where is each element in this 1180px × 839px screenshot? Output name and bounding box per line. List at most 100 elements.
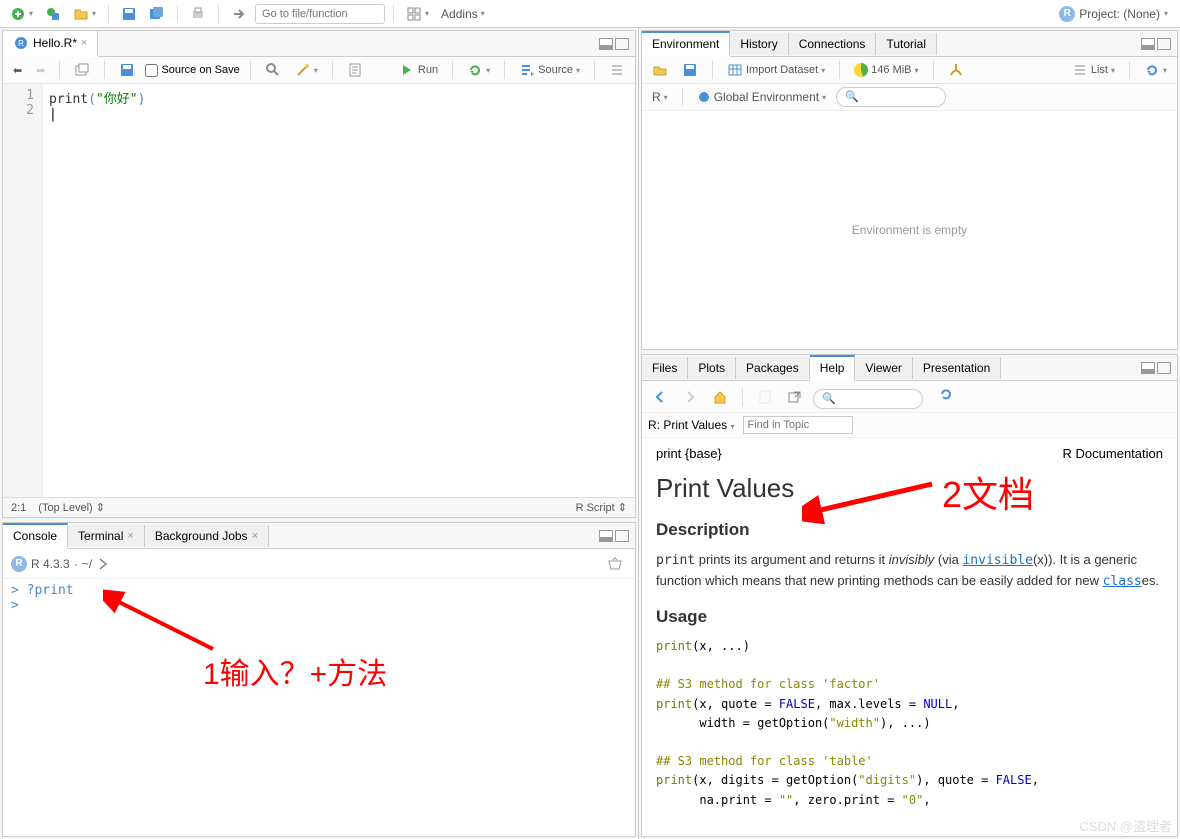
code-area[interactable]: print("你好") | bbox=[43, 84, 635, 497]
tab-plots[interactable]: Plots bbox=[688, 357, 736, 379]
help-content[interactable]: print {base} R Documentation Print Value… bbox=[642, 438, 1177, 836]
project-selector[interactable]: R Project: (None) ▾ bbox=[1059, 6, 1174, 22]
r-file-icon: R bbox=[13, 35, 29, 51]
refresh-env-button[interactable]: ▾ bbox=[1140, 60, 1171, 80]
environment-pane: Environment History Connections Tutorial… bbox=[641, 30, 1178, 350]
list-view-button[interactable]: List ▾ bbox=[1068, 60, 1119, 80]
help-search-input[interactable] bbox=[813, 389, 923, 409]
project-label: Project: (None) bbox=[1079, 7, 1160, 21]
show-in-new-window[interactable] bbox=[70, 60, 94, 80]
help-popup-button[interactable] bbox=[783, 387, 807, 407]
close-icon[interactable]: × bbox=[81, 37, 87, 49]
env-empty-message: Environment is empty bbox=[642, 111, 1177, 349]
goto-icon[interactable] bbox=[227, 4, 251, 24]
new-project-button[interactable] bbox=[41, 4, 65, 24]
maximize-button[interactable] bbox=[1157, 362, 1171, 374]
r-scope-selector[interactable]: R ▾ bbox=[648, 88, 672, 106]
cursor-position: 2:1 bbox=[11, 502, 26, 514]
run-button[interactable]: Run bbox=[395, 60, 442, 80]
tab-terminal[interactable]: Terminal× bbox=[68, 525, 145, 547]
compile-button[interactable] bbox=[343, 60, 367, 80]
addins-label: Addins bbox=[441, 7, 478, 21]
help-forward-button[interactable] bbox=[678, 387, 702, 407]
new-file-button[interactable]: ▾ bbox=[6, 4, 37, 24]
minimize-button[interactable] bbox=[599, 38, 613, 50]
console-pane: Console Terminal× Background Jobs× R R 4… bbox=[2, 522, 636, 837]
back-button[interactable]: ⬅ bbox=[9, 62, 26, 79]
tab-hello-r[interactable]: R Hello.R* × bbox=[3, 31, 98, 57]
env-search-input[interactable] bbox=[836, 87, 946, 107]
wand-button[interactable]: ▾ bbox=[291, 60, 322, 80]
save-button[interactable] bbox=[117, 4, 141, 24]
close-icon[interactable]: × bbox=[252, 530, 258, 542]
open-file-button[interactable]: ▾ bbox=[69, 4, 100, 24]
console-command: ?print bbox=[27, 583, 74, 598]
find-button[interactable] bbox=[261, 60, 285, 80]
load-workspace-button[interactable] bbox=[648, 60, 672, 80]
console-tabs: Console Terminal× Background Jobs× bbox=[3, 523, 635, 549]
refresh-help-button[interactable] bbox=[934, 384, 958, 404]
help-doc-label: R Documentation bbox=[1063, 446, 1163, 461]
tab-tutorial[interactable]: Tutorial bbox=[876, 33, 937, 55]
minimize-button[interactable] bbox=[1141, 362, 1155, 374]
env-toolbar: Import Dataset ▾ 146 MiB ▾ List ▾ ▾ bbox=[642, 57, 1177, 84]
global-env-selector[interactable]: Global Environment ▾ bbox=[693, 88, 830, 106]
watermark: CSDN @盗理者 bbox=[1079, 816, 1172, 835]
tab-console[interactable]: Console bbox=[3, 523, 68, 549]
console-path-bar: R R 4.3.3 · ~/ bbox=[3, 549, 635, 579]
source-on-save-checkbox[interactable]: Source on Save bbox=[145, 64, 239, 77]
maximize-button[interactable] bbox=[615, 530, 629, 542]
tab-help[interactable]: Help bbox=[810, 355, 856, 381]
goto-dir-icon[interactable] bbox=[96, 556, 112, 572]
find-in-topic-input[interactable] bbox=[743, 416, 853, 434]
maximize-button[interactable] bbox=[1157, 38, 1171, 50]
tab-environment[interactable]: Environment bbox=[642, 31, 730, 57]
memory-usage[interactable]: 146 MiB ▾ bbox=[850, 61, 922, 79]
goto-input[interactable] bbox=[255, 4, 385, 24]
link-invisible[interactable]: invisible bbox=[962, 552, 1032, 567]
console-body[interactable]: > ?print > 1输入？+方法 bbox=[3, 579, 635, 836]
r-version: R 4.3.3 bbox=[31, 557, 70, 571]
save-source-button[interactable] bbox=[115, 60, 139, 80]
editor-status-bar: 2:1 (Top Level) ⇕ R Script ⇕ bbox=[3, 497, 635, 517]
help-print-button[interactable] bbox=[753, 387, 777, 407]
print-button[interactable] bbox=[186, 4, 210, 24]
tab-presentation[interactable]: Presentation bbox=[913, 357, 1001, 379]
save-all-button[interactable] bbox=[145, 4, 169, 24]
main-toolbar: ▾ ▾ ▾ Addins ▾ R Project: (None) ▾ bbox=[0, 0, 1180, 28]
help-home-button[interactable] bbox=[708, 387, 732, 407]
import-dataset-button[interactable]: Import Dataset ▾ bbox=[723, 60, 829, 80]
clear-console-button[interactable] bbox=[603, 553, 627, 573]
tab-background-jobs[interactable]: Background Jobs× bbox=[145, 525, 269, 547]
help-back-button[interactable] bbox=[648, 387, 672, 407]
source-toolbar: ⬅ ➡ Source on Save ▾ Run ▾ Source ▾ bbox=[3, 57, 635, 84]
tab-packages[interactable]: Packages bbox=[736, 357, 810, 379]
env-scope-bar: R ▾ Global Environment ▾ bbox=[642, 84, 1177, 111]
tab-files[interactable]: Files bbox=[642, 357, 688, 379]
tab-viewer[interactable]: Viewer bbox=[855, 357, 912, 379]
tab-connections[interactable]: Connections bbox=[789, 33, 877, 55]
tab-history[interactable]: History bbox=[730, 33, 788, 55]
minimize-button[interactable] bbox=[599, 530, 613, 542]
tab-label: Hello.R* bbox=[33, 36, 77, 50]
source-button[interactable]: Source ▾ bbox=[515, 60, 584, 80]
forward-button[interactable]: ➡ bbox=[32, 62, 49, 79]
addins-button[interactable]: Addins ▾ bbox=[437, 5, 489, 23]
grid-button[interactable]: ▾ bbox=[402, 4, 433, 24]
help-nav-bar bbox=[642, 381, 1177, 413]
save-workspace-button[interactable] bbox=[678, 60, 702, 80]
editor-body[interactable]: 1 2 print("你好") | bbox=[3, 84, 635, 497]
link-class[interactable]: class bbox=[1103, 573, 1142, 588]
close-icon[interactable]: × bbox=[127, 530, 133, 542]
help-description-text: print prints its argument and returns it… bbox=[656, 550, 1163, 591]
r-icon: R bbox=[11, 556, 27, 572]
minimize-button[interactable] bbox=[1141, 38, 1155, 50]
rerun-button[interactable]: ▾ bbox=[463, 60, 494, 80]
maximize-button[interactable] bbox=[615, 38, 629, 50]
scope-selector[interactable]: (Top Level) ⇕ bbox=[38, 501, 105, 514]
script-type-selector[interactable]: R Script ⇕ bbox=[576, 501, 627, 514]
source-pane: R Hello.R* × ⬅ ➡ Source on Save ▾ bbox=[2, 30, 636, 518]
help-breadcrumb[interactable]: R: Print Values ▾ bbox=[648, 418, 735, 432]
clear-objects-button[interactable] bbox=[944, 60, 968, 80]
outline-button[interactable] bbox=[605, 60, 629, 80]
